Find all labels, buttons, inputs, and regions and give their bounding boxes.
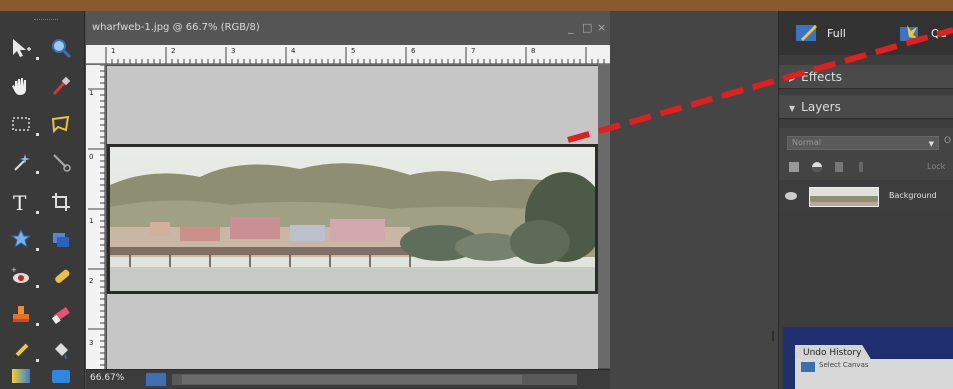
workspace-gap [610, 11, 778, 389]
quick-fix-button[interactable]: Qu [899, 19, 947, 47]
ruler-h-label: 5 [351, 47, 355, 55]
hand-tool-icon[interactable] [8, 73, 34, 99]
type-tool-icon[interactable]: T [8, 189, 39, 215]
selection-brush-tool-icon[interactable] [48, 149, 74, 175]
svg-text:+: + [11, 266, 17, 274]
horizontal-scroll-thumb[interactable] [182, 375, 522, 384]
collapse-triangle-icon: ▶ [789, 74, 796, 83]
effects-label: Effects [801, 70, 842, 84]
undo-history-tab[interactable]: Undo History [795, 345, 872, 360]
layers-label: Layers [801, 100, 841, 114]
eraser-tool-icon[interactable] [48, 301, 74, 327]
expand-triangle-icon: ▼ [789, 104, 796, 113]
layers-panel-header[interactable]: ▼ Layers [779, 95, 953, 119]
shape-tool-icon[interactable] [48, 363, 74, 389]
ruler-h-label: 4 [291, 47, 296, 55]
quick-fix-label: Qu [931, 26, 947, 40]
svg-text:T: T [13, 191, 27, 213]
toolbox-grip[interactable] [34, 19, 58, 21]
vertical-scrollbar[interactable] [598, 65, 610, 368]
ruler-h-label: 3 [231, 47, 235, 55]
palette-resize-grip[interactable] [772, 331, 774, 341]
document-window: wharfweb-1.jpg @ 66.7% (RGB/8) _ □ × 1 2… [86, 11, 610, 389]
pencil-tool-icon[interactable] [8, 337, 39, 363]
status-bar: 66.67% [86, 369, 610, 389]
marquee-tool-icon[interactable] [8, 111, 39, 137]
ruler-v-label: 2 [89, 277, 93, 285]
ruler-h-label: 1 [111, 47, 115, 55]
minimize-button[interactable]: _ [568, 21, 574, 34]
lock-label: Lock [927, 162, 946, 171]
zoom-tool-icon[interactable] [48, 35, 74, 61]
horizontal-scrollbar[interactable] [172, 374, 577, 385]
dropdown-arrow-icon: ▼ [928, 140, 934, 148]
blend-mode-value: Normal [792, 138, 821, 147]
effects-panel-header[interactable]: ▶ Effects [779, 65, 953, 89]
ruler-v-label: 0 [89, 153, 93, 161]
horizontal-ruler: 1 2 3 4 5 6 7 8 [86, 45, 610, 65]
ruler-v-label: 3 [89, 339, 93, 347]
ruler-v-label: 1 [89, 89, 93, 97]
undo-history-panel: Undo History Select Canvas [783, 327, 953, 389]
paint-bucket-tool-icon[interactable] [48, 337, 74, 363]
canvas-area[interactable] [107, 66, 598, 369]
history-item[interactable]: Select Canvas [819, 361, 869, 369]
layers-options: Normal ▼ O Lock [779, 128, 953, 180]
ruler-h-label: 8 [531, 47, 535, 55]
layer-row-background[interactable]: Background [779, 183, 953, 211]
document-title: wharfweb-1.jpg @ 66.7% (RGB/8) [92, 22, 260, 33]
zoom-level[interactable]: 66.67% [90, 373, 124, 383]
history-step-icon [801, 362, 815, 372]
wharf-photo[interactable] [107, 144, 598, 294]
full-edit-icon [796, 25, 817, 41]
edit-mode-bar: Full Qu [779, 11, 953, 55]
crop-tool-icon[interactable] [48, 189, 74, 215]
move-tool-icon[interactable] [8, 35, 39, 61]
maximize-button[interactable]: □ [582, 21, 592, 34]
trash-icon[interactable] [835, 162, 843, 172]
magic-wand-tool-icon[interactable] [8, 149, 39, 175]
straighten-tool-icon[interactable] [48, 226, 74, 252]
eyedropper-tool-icon[interactable] [48, 73, 74, 99]
ruler-v-label: 1 [89, 217, 93, 225]
new-layer-icon[interactable] [789, 162, 799, 172]
palette-bin: Full Qu ▶ Effects ▼ Layers Normal ▼ O Lock [778, 11, 953, 389]
ruler-h-label: 2 [171, 47, 175, 55]
red-eye-tool-icon[interactable]: + [8, 263, 39, 289]
lasso-tool-icon[interactable] [48, 111, 74, 137]
document-titlebar[interactable]: wharfweb-1.jpg @ 66.7% (RGB/8) _ □ × [86, 11, 610, 45]
ruler-h-label: 7 [471, 47, 475, 55]
cookie-cutter-tool-icon[interactable] [8, 226, 39, 252]
ruler-h-label: 6 [411, 47, 416, 55]
layer-thumbnail [809, 187, 879, 207]
full-edit-label: Full [827, 26, 846, 40]
full-edit-button[interactable]: Full [795, 19, 846, 47]
toolbox: T + [0, 11, 85, 389]
status-info-button[interactable] [146, 373, 166, 386]
eye-icon[interactable] [785, 192, 797, 200]
opacity-label: O [944, 136, 952, 146]
gradient-tool-icon[interactable] [8, 363, 34, 389]
quick-fix-icon [900, 25, 919, 41]
clone-stamp-tool-icon[interactable] [8, 301, 39, 327]
top-menu-strip [0, 0, 953, 11]
layer-name: Background [889, 191, 937, 200]
close-button[interactable]: × [597, 21, 606, 34]
vertical-ruler: 1 0 1 2 3 [86, 64, 106, 381]
healing-brush-tool-icon[interactable] [48, 263, 74, 289]
link-icon[interactable] [859, 162, 863, 172]
undo-history-list: Select Canvas [795, 359, 953, 389]
blend-mode-select[interactable]: Normal ▼ [787, 136, 939, 150]
